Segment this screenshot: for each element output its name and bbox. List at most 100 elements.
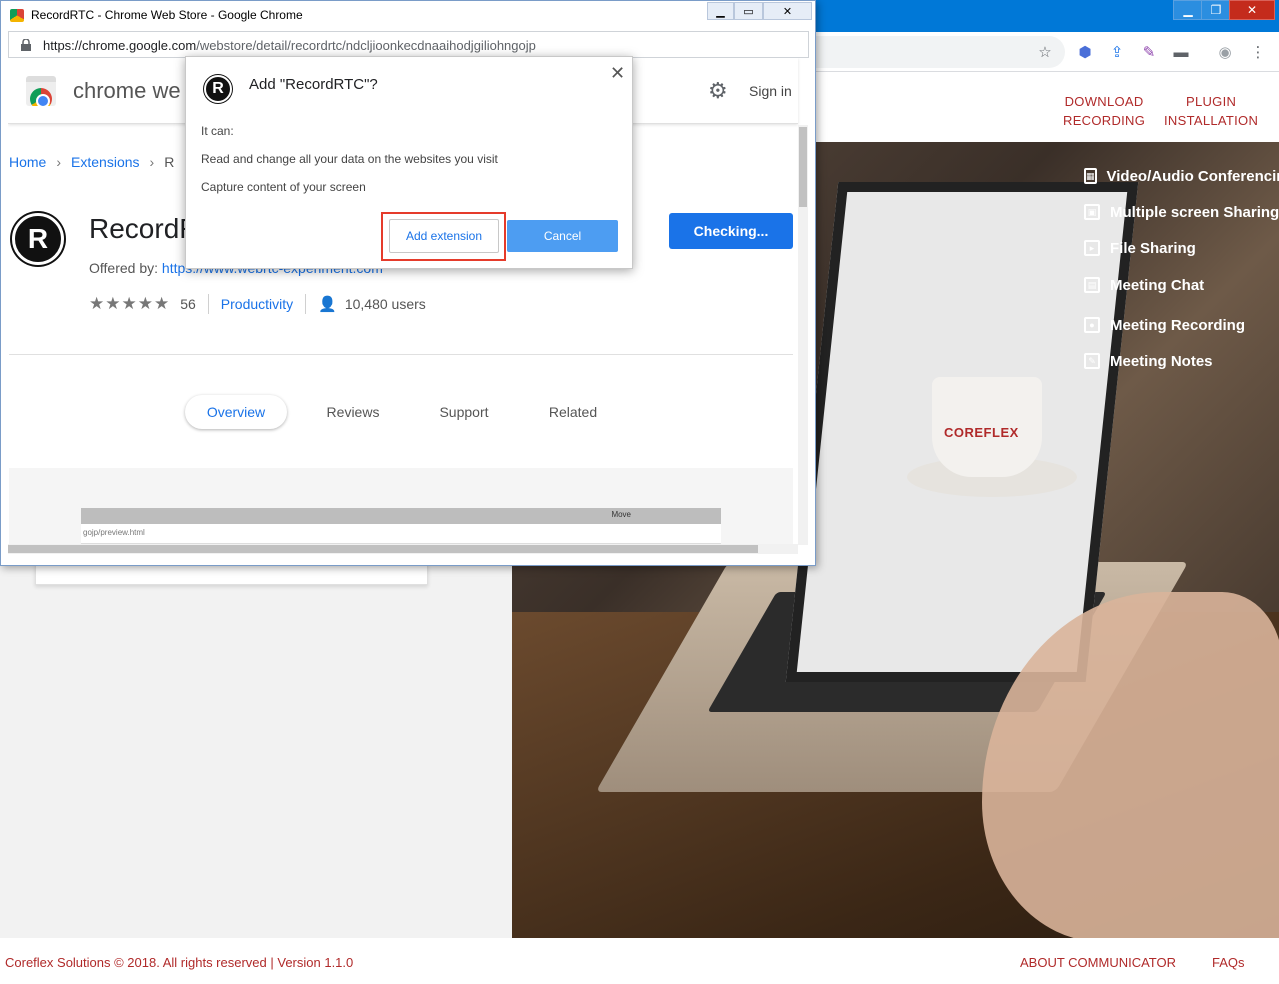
screenshot-preview: Move gojp/preview.html	[9, 468, 793, 544]
site-header: DOWNLOAD RECORDING PLUGIN INSTALLATION	[815, 72, 1279, 142]
extension-logo: R	[12, 213, 64, 265]
extension-upload-icon[interactable]: ⇪	[1107, 42, 1127, 62]
popup-maximize-button[interactable]: ▭	[734, 2, 763, 20]
bg-maximize-button[interactable]: ❐	[1201, 0, 1231, 20]
conference-icon: ▦	[1084, 168, 1097, 184]
offered-by-label: Offered by:	[89, 260, 162, 276]
rating-stars: ★★★★★	[89, 294, 171, 313]
background-left-panel	[0, 566, 512, 938]
browser-menu-icon[interactable]: ⋮	[1248, 42, 1268, 62]
scrollbar-thumb[interactable]	[8, 545, 758, 553]
scrollbar-thumb[interactable]	[799, 127, 807, 207]
footer-copyright: Coreflex Solutions © 2018. All rights re…	[5, 955, 354, 970]
install-button[interactable]: Checking...	[669, 213, 793, 249]
gear-icon[interactable]: ⚙	[708, 80, 728, 102]
cancel-button[interactable]: Cancel	[507, 220, 618, 252]
feature-notes: ✎ Meeting Notes	[1084, 349, 1279, 373]
add-extension-dialog: R Add "RecordRTC"? ✕ It can: Read and ch…	[185, 56, 633, 269]
chevron-right-icon: ›	[149, 154, 155, 170]
vertical-scrollbar[interactable]	[798, 125, 808, 545]
nav-download-recording[interactable]: DOWNLOAD RECORDING	[1063, 92, 1145, 130]
permission-item: Capture content of your screen	[201, 180, 366, 194]
bg-close-button[interactable]: ✕	[1229, 0, 1275, 20]
screen-share-icon: ▣	[1084, 204, 1100, 220]
preview-url-bar: gojp/preview.html	[81, 524, 721, 544]
breadcrumb-home[interactable]: Home	[9, 154, 46, 170]
feature-label: Video/Audio Conferencing	[1106, 167, 1279, 185]
permission-item: Read and change all your data on the web…	[201, 152, 498, 166]
file-icon: ▸	[1084, 240, 1100, 256]
rating-row: ★★★★★ 56 Productivity 👤 10,480 users	[89, 294, 426, 314]
footer-faqs-link[interactable]: FAQs	[1212, 955, 1245, 970]
lock-icon	[21, 39, 31, 51]
extension-pen-icon[interactable]: ✎	[1139, 42, 1159, 62]
dialog-title: Add "RecordRTC"?	[249, 76, 378, 93]
tab-related[interactable]: Related	[538, 395, 608, 429]
nav-plugin-installation-line2: INSTALLATION	[1164, 113, 1259, 128]
close-icon[interactable]: ✕	[610, 63, 625, 84]
tab-overview[interactable]: Overview	[185, 395, 287, 429]
breadcrumb-extensions[interactable]: Extensions	[71, 154, 139, 170]
preview-window-text: Move	[611, 510, 631, 519]
nav-plugin-installation[interactable]: PLUGIN INSTALLATION	[1164, 92, 1258, 130]
divider	[305, 294, 307, 314]
rating-count[interactable]: 56	[180, 296, 196, 312]
add-extension-button[interactable]: Add extension	[389, 219, 499, 253]
site-footer: Coreflex Solutions © 2018. All rights re…	[0, 938, 1279, 984]
background-login-card	[35, 563, 428, 585]
bg-minimize-button[interactable]: ▁	[1173, 0, 1203, 20]
feature-chat: ▤ Meeting Chat	[1084, 273, 1279, 297]
chat-icon: ▤	[1084, 277, 1100, 293]
profile-avatar-icon[interactable]: ◉	[1215, 42, 1235, 62]
preview-window-bar: Move	[81, 508, 721, 524]
nav-download-recording-line1: DOWNLOAD	[1064, 94, 1144, 109]
category-link[interactable]: Productivity	[221, 296, 293, 312]
bookmark-star-icon[interactable]: ☆	[1035, 42, 1055, 62]
record-icon: ●	[1084, 317, 1100, 333]
feature-recording: ● Meeting Recording	[1084, 313, 1279, 337]
popup-address-bar[interactable]: https://chrome.google.com/webstore/detai…	[8, 31, 809, 58]
chevron-right-icon: ›	[56, 154, 62, 170]
it-can-label: It can:	[201, 124, 234, 138]
nav-plugin-installation-line1: PLUGIN	[1185, 94, 1237, 109]
extension-monitor-icon[interactable]: ▬	[1171, 42, 1191, 62]
feature-label: Meeting Recording	[1110, 316, 1246, 334]
breadcrumb: Home › Extensions › R	[9, 154, 174, 170]
extension-title: RecordR	[89, 213, 200, 244]
notes-icon: ✎	[1084, 353, 1100, 369]
popup-close-button[interactable]: ✕	[763, 2, 812, 20]
feature-label: Multiple screen Sharing	[1110, 203, 1279, 221]
url-path: /webstore/detail/recordrtc/ndcljioonkecd…	[196, 38, 536, 53]
url-domain: https://chrome.google.com	[43, 38, 197, 53]
popup-browser-window: RecordRTC - Chrome Web Store - Google Ch…	[0, 0, 816, 566]
divider	[207, 294, 209, 314]
popup-window-title: RecordRTC - Chrome Web Store - Google Ch…	[31, 8, 303, 22]
horizontal-scrollbar[interactable]	[8, 544, 798, 554]
feature-label: Meeting Notes	[1110, 352, 1213, 370]
feature-conferencing: ▦ Video/Audio Conferencing	[1084, 164, 1279, 188]
webstore-brand[interactable]: chrome we	[73, 78, 181, 104]
divider	[9, 354, 793, 355]
feature-screen-sharing: ▣ Multiple screen Sharing	[1084, 200, 1279, 224]
background-browser-toolbar: ☆ ⬢ ⇪ ✎ ▬ ◉ ⋮	[815, 32, 1279, 72]
chrome-webstore-logo-icon[interactable]	[26, 76, 56, 106]
detail-tabs: Overview Reviews Support Related	[8, 395, 798, 429]
breadcrumb-current: R	[164, 154, 175, 170]
footer-about-link[interactable]: ABOUT COMMUNICATOR	[1020, 955, 1176, 970]
feature-label: File Sharing	[1110, 239, 1196, 257]
feature-file-sharing: ▸ File Sharing	[1084, 236, 1279, 260]
popup-minimize-button[interactable]: ▁	[707, 2, 734, 20]
person-icon: 👤	[318, 296, 337, 313]
extension-r-icon[interactable]: ⬢	[1075, 42, 1095, 62]
mug-logo: COREFLEX	[944, 425, 1019, 440]
nav-download-recording-line2: RECORDING	[1063, 113, 1146, 128]
recordrtc-icon: R	[204, 75, 232, 103]
tab-support[interactable]: Support	[428, 395, 500, 429]
webstore-favicon-icon	[10, 9, 24, 22]
tab-reviews[interactable]: Reviews	[316, 395, 390, 429]
sign-in-link[interactable]: Sign in	[749, 83, 792, 99]
preview-url-text: gojp/preview.html	[83, 528, 145, 537]
popup-url-text: https://chrome.google.com/webstore/detai…	[43, 38, 536, 53]
popup-titlebar: RecordRTC - Chrome Web Store - Google Ch…	[1, 1, 815, 31]
bg-address-bar[interactable]	[815, 36, 1065, 68]
